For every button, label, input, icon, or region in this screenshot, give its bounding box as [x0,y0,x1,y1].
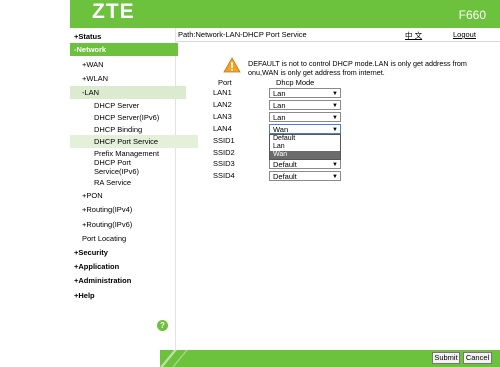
dhcp-mode-dropdown[interactable]: Default Lan Wan [269,134,341,160]
port-label-lan1: LAN1 [213,88,232,97]
menu-routing-ipv6[interactable]: +Routing(IPv6) [70,218,186,231]
menu-application[interactable]: +Application [70,260,178,273]
select-value: Default [273,172,297,181]
menu-help[interactable]: +Help [70,289,178,302]
help-icon[interactable]: ? [157,320,168,331]
select-value: Default [273,160,297,169]
menu-routing-ipv4[interactable]: +Routing(IPv4) [70,203,186,216]
column-header-dhcp-mode: Dhcp Mode [276,78,315,87]
warning-icon [223,57,241,75]
chevron-down-icon: ▼ [332,115,338,121]
dhcp-mode-select-lan2[interactable]: Lan ▼ [269,100,341,110]
chevron-down-icon: ▼ [332,103,338,109]
dhcp-mode-select-ssid4[interactable]: Default ▼ [269,171,341,181]
port-label-lan4: LAN4 [213,124,232,133]
sidebar: +Status -Network +WAN +WLAN -LAN DHCP Se… [70,28,198,367]
dhcp-mode-select-ssid3[interactable]: Default ▼ [269,159,341,169]
left-margin [0,0,70,367]
menu-port-locating[interactable]: Port Locating [70,232,186,245]
dropdown-option-wan[interactable]: Wan [270,151,340,159]
select-value: Lan [273,101,286,110]
menu-pon[interactable]: +PON [70,189,186,202]
dropdown-option-default[interactable]: Default [270,135,340,143]
menu-wlan[interactable]: +WLAN [70,72,186,85]
breadcrumb: Path:Network-LAN-DHCP Port Service [178,30,307,39]
select-value: Lan [273,89,286,98]
menu-lan[interactable]: -LAN [70,86,186,99]
dhcp-mode-select-lan1[interactable]: Lan ▼ [269,88,341,98]
model-name: F660 [458,8,486,22]
menu-status[interactable]: +Status [70,30,178,43]
chevron-down-icon: ▼ [332,174,338,180]
port-label-lan3: LAN3 [213,112,232,121]
language-link[interactable]: 中 文 [405,30,422,41]
port-label-ssid3: SSID3 [213,159,235,168]
select-value: Wan [273,125,289,134]
logout-link[interactable]: Logout [453,30,476,39]
port-label-lan2: LAN2 [213,100,232,109]
menu-network[interactable]: -Network [70,43,178,56]
dropdown-option-lan[interactable]: Lan [270,143,340,151]
menu-ra-service[interactable]: RA Service [70,176,198,189]
menu-wan[interactable]: +WAN [70,58,186,71]
dhcp-mode-select-lan4[interactable]: Wan ▼ [269,124,341,134]
submit-button[interactable]: Submit [432,352,460,364]
notice-text: DEFAULT is not to control DHCP mode.LAN … [248,59,467,77]
port-label-ssid1: SSID1 [213,136,235,145]
cancel-button[interactable]: Cancel [463,352,492,364]
port-label-ssid2: SSID2 [213,148,235,157]
zte-logo: ZTE [92,0,135,23]
dhcp-mode-select-lan3[interactable]: Lan ▼ [269,112,341,122]
menu-administration[interactable]: +Administration [70,274,178,287]
chevron-down-icon: ▼ [332,91,338,97]
port-label-ssid4: SSID4 [213,171,235,180]
path-bar: Path:Network-LAN-DHCP Port Service 中 文 L… [176,28,500,42]
column-header-port: Port [218,78,232,87]
menu-security[interactable]: +Security [70,246,178,259]
header-bar: ZTE F660 [70,0,500,28]
select-value: Lan [273,113,286,122]
chevron-down-icon: ▼ [332,162,338,168]
